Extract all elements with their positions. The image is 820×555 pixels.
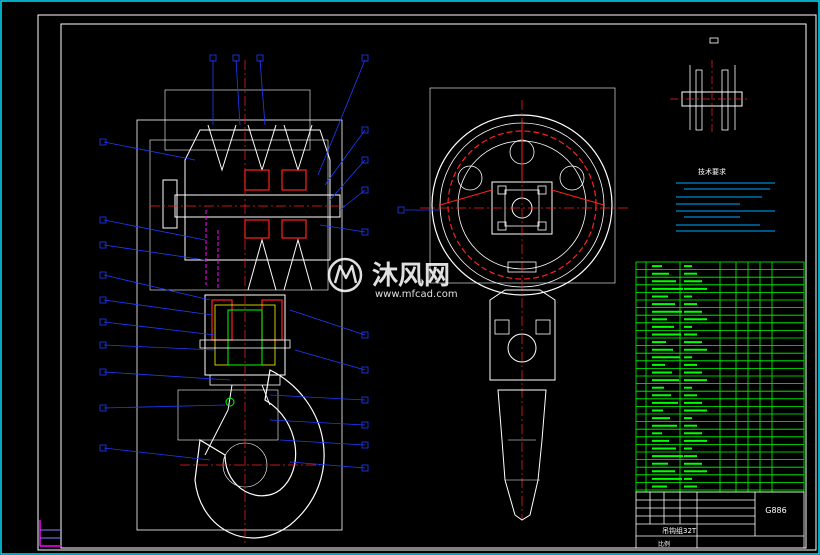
front-view <box>136 60 345 545</box>
watermark-url: www.mfcad.com <box>375 289 458 300</box>
watermark-logo-icon <box>327 257 363 293</box>
drawing-code: G886 <box>765 506 786 515</box>
scale-label: 比例 <box>658 540 670 548</box>
side-view <box>397 87 630 521</box>
parts-list-table <box>635 261 805 493</box>
watermark: 沐风网 www.mfcad.com <box>327 257 458 300</box>
tech-requirements: 技术要求 <box>676 167 775 232</box>
title-block <box>635 491 805 549</box>
part-name: 吊钩组32T <box>662 526 697 535</box>
ucs-icon <box>39 520 62 547</box>
watermark-brand: 沐风网 <box>372 261 450 291</box>
detail-view <box>670 37 750 135</box>
cad-drawing-canvas: 技术要求 G886 吊钩组32T 比例 沐风网 www.mfcad.com <box>0 0 820 555</box>
front-view-leaders <box>103 59 366 469</box>
tech-requirements-title: 技术要求 <box>698 167 726 176</box>
